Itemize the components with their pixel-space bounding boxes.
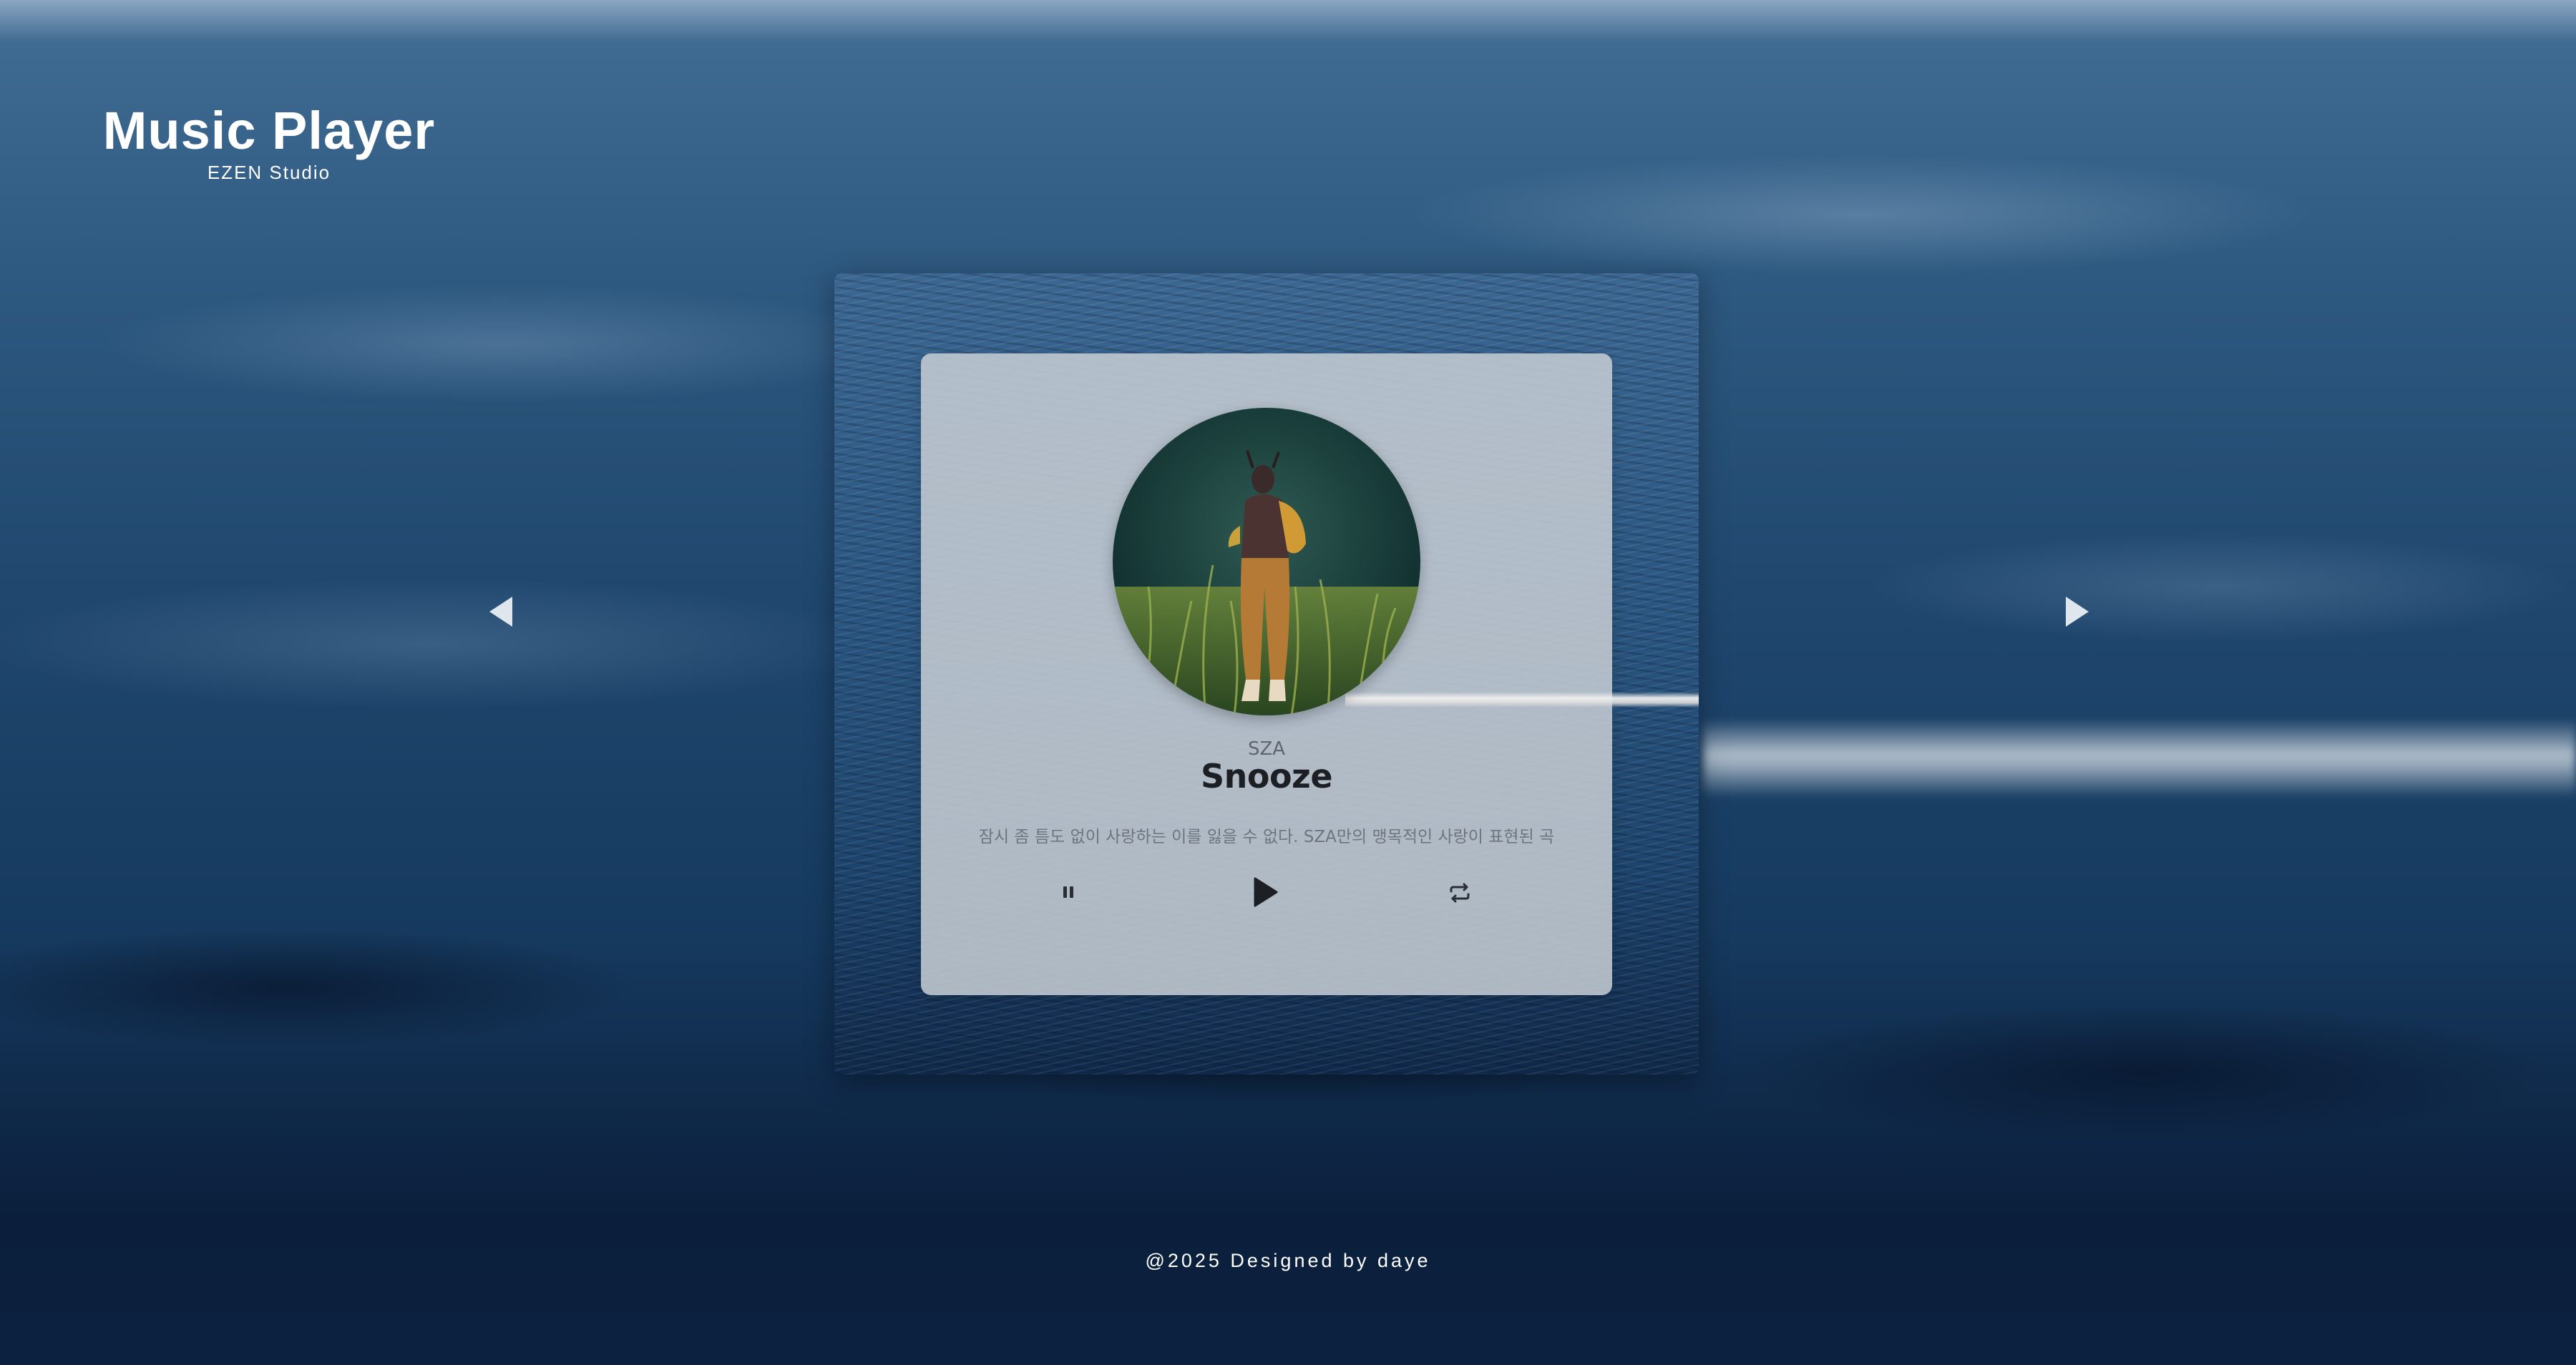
pause-icon — [1063, 886, 1073, 898]
track-description: 잠시 좀 틈도 없이 사랑하는 이를 잃을 수 없다. SZA만의 맹목적인 사… — [978, 828, 1555, 846]
play-icon — [1254, 877, 1278, 907]
light-streak — [1345, 692, 1699, 708]
app-title: Music Player — [102, 101, 436, 160]
studio-name: EZEN Studio — [207, 162, 331, 183]
triangle-left-icon — [489, 597, 512, 627]
play-button[interactable] — [1246, 874, 1282, 910]
next-track-button[interactable] — [2063, 594, 2092, 630]
footer-credit: @2025 Designed by daye — [1145, 1250, 1431, 1271]
triangle-right-icon — [2066, 597, 2089, 627]
brand-header: Music Player EZEN Studio — [102, 100, 436, 183]
track-title: Snooze — [1200, 757, 1333, 796]
repeat-icon — [1450, 883, 1470, 903]
pause-button[interactable] — [1058, 881, 1079, 903]
album-art — [1113, 408, 1420, 715]
repeat-button[interactable] — [1447, 880, 1473, 906]
previous-track-button[interactable] — [487, 594, 515, 630]
